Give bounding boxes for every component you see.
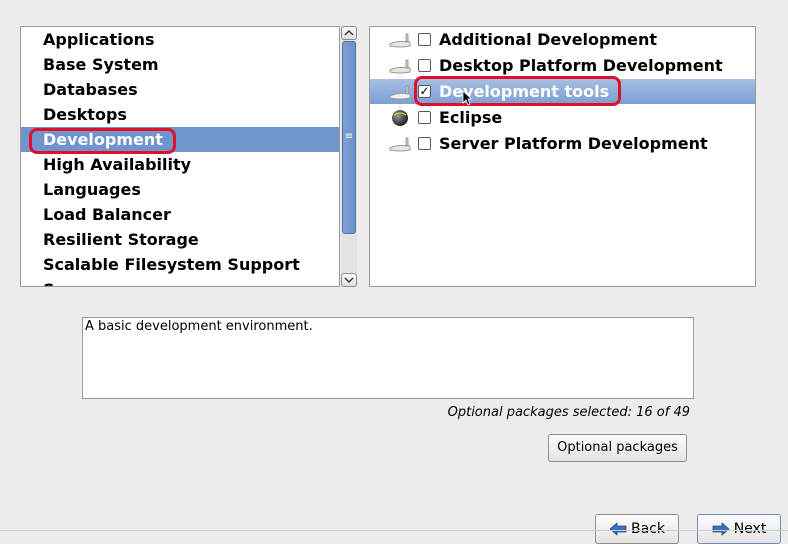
category-item[interactable]: Databases: [21, 77, 339, 102]
group-label: Desktop Platform Development: [439, 56, 723, 75]
arrow-left-icon: [609, 522, 627, 536]
next-button[interactable]: Next: [697, 514, 781, 544]
back-label: Back: [631, 521, 665, 537]
package-icon: [389, 137, 411, 152]
group-label: Server Platform Development: [439, 134, 708, 153]
package-icon: [389, 85, 411, 100]
category-item[interactable]: Applications: [21, 27, 339, 52]
category-item[interactable]: Resilient Storage: [21, 227, 339, 252]
chevron-up-icon: [344, 30, 354, 36]
mouse-cursor-icon: [462, 90, 472, 106]
category-item[interactable]: Servers: [21, 277, 339, 286]
group-row[interactable]: Eclipse: [370, 105, 755, 130]
category-item[interactable]: Load Balancer: [21, 202, 339, 227]
category-scrollbar[interactable]: ≡: [341, 26, 357, 287]
optional-packages-button[interactable]: Optional packages: [548, 434, 687, 462]
category-list[interactable]: Applications Base System Databases Deskt…: [20, 26, 340, 287]
divider: [0, 530, 788, 531]
group-label: Eclipse: [439, 108, 503, 127]
group-row[interactable]: Additional Development: [370, 27, 755, 52]
group-row-selected[interactable]: ✓ Development tools: [370, 79, 755, 104]
grip-icon: ≡: [344, 131, 354, 142]
group-checkbox[interactable]: [418, 33, 431, 46]
chevron-down-icon: [344, 277, 354, 283]
category-item[interactable]: Base System: [21, 52, 339, 77]
group-row[interactable]: Desktop Platform Development: [370, 53, 755, 78]
scroll-thumb[interactable]: ≡: [342, 41, 356, 234]
next-label: Next: [733, 521, 767, 537]
back-button[interactable]: Back: [595, 514, 679, 544]
category-item[interactable]: Scalable Filesystem Support: [21, 252, 339, 277]
category-item-selected[interactable]: Development: [21, 127, 339, 152]
group-label: Additional Development: [439, 30, 658, 49]
package-icon: [389, 33, 411, 48]
group-description: A basic development environment.: [82, 317, 694, 399]
package-icon: [389, 59, 411, 74]
group-row[interactable]: Server Platform Development: [370, 131, 755, 156]
category-item[interactable]: High Availability: [21, 152, 339, 177]
group-checkbox-checked[interactable]: ✓: [418, 85, 431, 98]
optional-packages-status: Optional packages selected: 16 of 49: [447, 405, 690, 420]
group-checkbox[interactable]: [418, 59, 431, 72]
package-group-list[interactable]: Additional Development Desktop Platform …: [369, 26, 756, 287]
arrow-right-icon: [712, 522, 730, 536]
category-item[interactable]: Desktops: [21, 102, 339, 127]
eclipse-icon: [392, 110, 408, 126]
scroll-down-button[interactable]: [341, 273, 357, 287]
group-checkbox[interactable]: [418, 111, 431, 124]
group-checkbox[interactable]: [418, 137, 431, 150]
category-item[interactable]: Languages: [21, 177, 339, 202]
scroll-up-button[interactable]: [341, 26, 357, 40]
